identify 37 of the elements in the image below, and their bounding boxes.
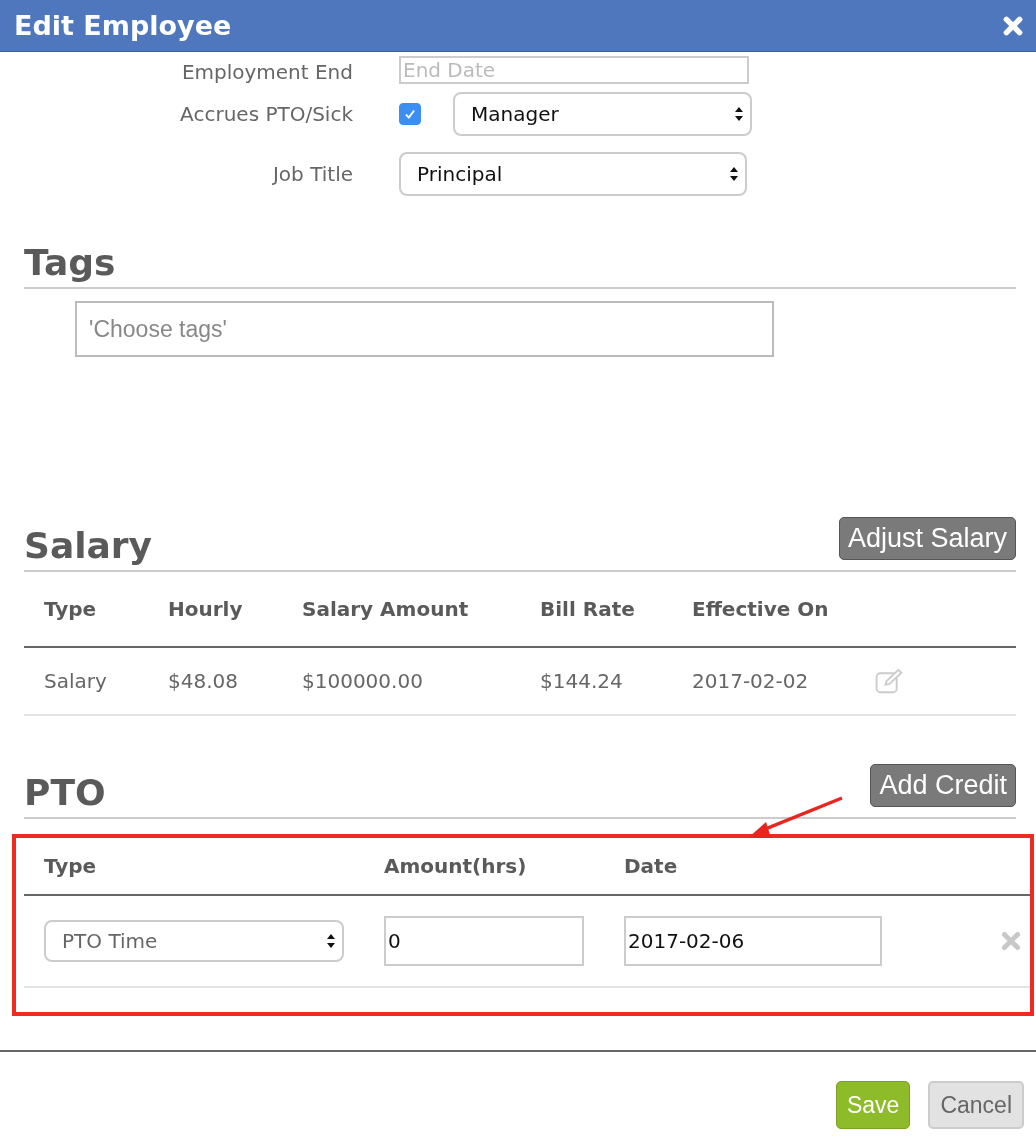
dialog-title: Edit Employee — [14, 10, 232, 41]
column-header: Effective On — [692, 597, 829, 621]
field-label: Employment End — [180, 60, 353, 84]
date-field[interactable]: 2017-02-06 — [624, 916, 882, 966]
section-heading: PTO — [24, 772, 106, 815]
table-cell: $48.08 — [168, 669, 238, 693]
updown-arrows-icon — [734, 106, 744, 122]
column-header: Type — [44, 597, 97, 621]
cancel-button[interactable]: Cancel — [928, 1081, 1024, 1129]
tags-field[interactable]: 'Choose tags' — [75, 301, 774, 357]
table-cell: $144.24 — [540, 669, 623, 693]
checkbox[interactable] — [399, 103, 421, 125]
select-dropdown[interactable]: PTO Time — [44, 920, 344, 962]
column-header: Date — [624, 854, 678, 878]
updown-arrows-icon — [729, 166, 739, 182]
table-cell: Salary — [44, 669, 107, 693]
updown-arrows-icon — [326, 933, 336, 949]
column-header: Hourly — [168, 597, 243, 621]
check-icon — [403, 107, 417, 121]
add-credit-button[interactable]: Add Credit — [870, 764, 1016, 807]
field-label: Job Title — [271, 162, 353, 186]
delete-icon[interactable] — [1000, 930, 1022, 952]
table-cell: 2017-02-02 — [692, 669, 809, 693]
close-icon[interactable] — [1002, 14, 1024, 37]
column-header: Amount(hrs) — [384, 854, 527, 878]
table-cell: $100000.00 — [302, 669, 423, 693]
column-header: Type — [44, 854, 97, 878]
select-dropdown[interactable]: Principal — [399, 152, 747, 196]
date-field[interactable]: End Date — [399, 56, 749, 84]
amount-field[interactable]: 0 — [384, 916, 584, 966]
adjust-salary-button[interactable]: Adjust Salary — [838, 517, 1016, 560]
select-dropdown[interactable]: Manager — [453, 92, 752, 136]
column-header: Salary Amount — [302, 597, 469, 621]
field-label: Accrues PTO/Sick — [179, 102, 353, 126]
section-heading: Salary — [24, 525, 153, 568]
column-header: Bill Rate — [540, 597, 635, 621]
section-heading: Tags — [24, 242, 116, 285]
